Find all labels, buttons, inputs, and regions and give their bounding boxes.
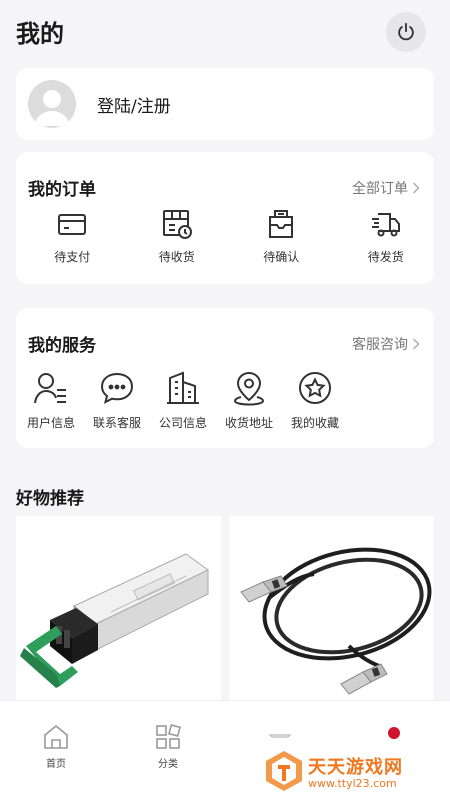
product-card[interactable]	[16, 516, 221, 706]
header: 我的	[0, 0, 450, 64]
all-orders-link[interactable]: 全部订单	[352, 178, 420, 198]
receive-box-icon	[162, 210, 192, 239]
power-button[interactable]	[386, 12, 426, 52]
service-row: 用户信息 联系客服 公司信息 收货地址 我的收藏	[16, 370, 434, 431]
service-shipping-address[interactable]: 收货地址	[216, 370, 282, 431]
cart-icon	[268, 734, 292, 738]
order-status-row: 待支付 待收货 待确认 待发货	[16, 208, 434, 265]
service-company-info[interactable]: 公司信息	[150, 370, 216, 431]
all-orders-label: 全部订单	[352, 181, 408, 197]
nav-category-label: 分类	[158, 759, 178, 770]
nav-home-label: 首页	[46, 759, 66, 770]
user-avatar-icon	[34, 90, 70, 126]
nav-category[interactable]: 分类	[138, 723, 198, 770]
bottom-nav: 首页 分类 天天游戏网 www.ttyl23.com	[0, 700, 450, 800]
service-label: 收货地址	[224, 416, 273, 430]
customer-support-link[interactable]: 客服咨询	[352, 334, 420, 354]
chat-bubble-icon	[100, 372, 134, 404]
watermark-title: 天天游戏网	[308, 757, 403, 778]
nav-mine[interactable]	[364, 723, 424, 739]
avatar[interactable]	[28, 80, 76, 128]
page-title: 我的	[16, 20, 64, 48]
order-label: 待支付	[54, 250, 91, 264]
order-label: 待确认	[263, 250, 300, 264]
order-pending-confirm[interactable]: 待确认	[233, 208, 330, 265]
category-grid-icon	[156, 724, 181, 749]
order-pending-receipt[interactable]: 待收货	[129, 208, 226, 265]
services-title: 我的服务	[28, 336, 96, 356]
nav-cart[interactable]	[250, 723, 310, 751]
order-label: 待发货	[367, 250, 404, 264]
location-pin-icon	[233, 371, 265, 406]
service-contact-support[interactable]: 联系客服	[84, 370, 150, 431]
recommend-title: 好物推荐	[16, 489, 84, 509]
dac-cable-image	[240, 547, 432, 695]
service-label: 公司信息	[158, 416, 207, 430]
truck-icon	[371, 213, 400, 237]
login-register-link[interactable]: 登陆/注册	[97, 92, 171, 117]
service-label: 用户信息	[26, 416, 75, 430]
service-label: 联系客服	[92, 416, 141, 430]
service-label: 我的收藏	[290, 416, 339, 430]
service-favorites[interactable]: 我的收藏	[282, 370, 348, 431]
chevron-right-icon	[413, 338, 420, 350]
inbox-icon	[269, 210, 294, 238]
order-pending-payment[interactable]: 待支付	[24, 208, 121, 265]
orders-title: 我的订单	[28, 180, 96, 200]
customer-support-label: 客服咨询	[352, 337, 408, 353]
product-card[interactable]	[229, 516, 434, 706]
login-card[interactable]: 登陆/注册	[16, 68, 434, 140]
card-icon	[58, 214, 87, 235]
home-icon	[44, 724, 68, 749]
order-pending-shipment[interactable]: 待发货	[338, 208, 435, 265]
nav-home[interactable]: 首页	[26, 723, 86, 770]
watermark-url: www.ttyl23.com	[308, 777, 397, 790]
chevron-right-icon	[413, 182, 420, 194]
services-card: 我的服务 客服咨询 用户信息 联系客服 公司信息 收货地址 我的收藏	[16, 308, 434, 448]
watermark-logo-icon	[266, 751, 302, 791]
sfp-transceiver-image	[20, 553, 209, 688]
service-user-info[interactable]: 用户信息	[18, 370, 84, 431]
order-label: 待收货	[158, 250, 195, 264]
watermark: 天天游戏网 www.ttyl23.com	[262, 749, 450, 797]
orders-card: 我的订单 全部订单 待支付 待收货 待确认 待发货	[16, 152, 434, 284]
building-icon	[167, 371, 199, 404]
active-indicator-dot	[388, 727, 400, 739]
power-icon	[398, 22, 414, 41]
user-info-icon	[34, 373, 66, 404]
star-icon	[299, 372, 331, 404]
